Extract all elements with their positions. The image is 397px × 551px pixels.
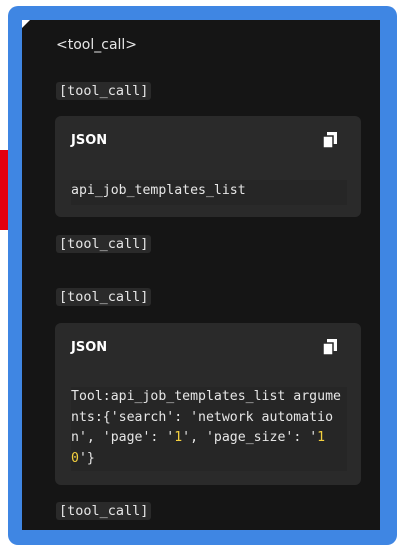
chat-message-panel: <tool_call> [tool_call] JSON api_job_tem… [22,20,380,530]
code-line-4b: '} [78,450,95,466]
corner-marker [22,20,30,28]
copy-icon[interactable] [323,132,337,148]
tool-call-label-4: [tool_call] [56,502,152,520]
code-line-2: nts:{'search': 'network automatio [71,409,334,425]
tool-call-label-3: [tool_call] [56,288,152,306]
code-line-3c: ', 'page_size': ' [182,430,318,445]
code-block-language: JSON [71,340,108,355]
code-line: api_job_templates_list [71,183,246,198]
code-line-3a: n', 'page': ' [71,430,175,445]
tool-call-label-2: [tool_call] [56,235,152,253]
code-block-1: JSON api_job_templates_list [55,116,361,217]
tool-call-label-1: [tool_call] [56,82,152,100]
page-size-value-part1: 1 [317,430,326,445]
tool-call-open-tag: <tool_call> [56,37,138,53]
code-block-content: api_job_templates_list [71,180,347,205]
code-block-language: JSON [71,133,108,148]
code-line-1: Tool:api_job_templates_list argume [71,389,341,404]
code-block-content: Tool:api_job_templates_list argume nts:{… [71,387,347,471]
code-block-2: JSON Tool:api_job_templates_list argume … [55,323,361,485]
page-size-value-part2: 0 [71,450,79,466]
copy-icon[interactable] [323,339,337,355]
page-value: 1 [174,430,183,445]
